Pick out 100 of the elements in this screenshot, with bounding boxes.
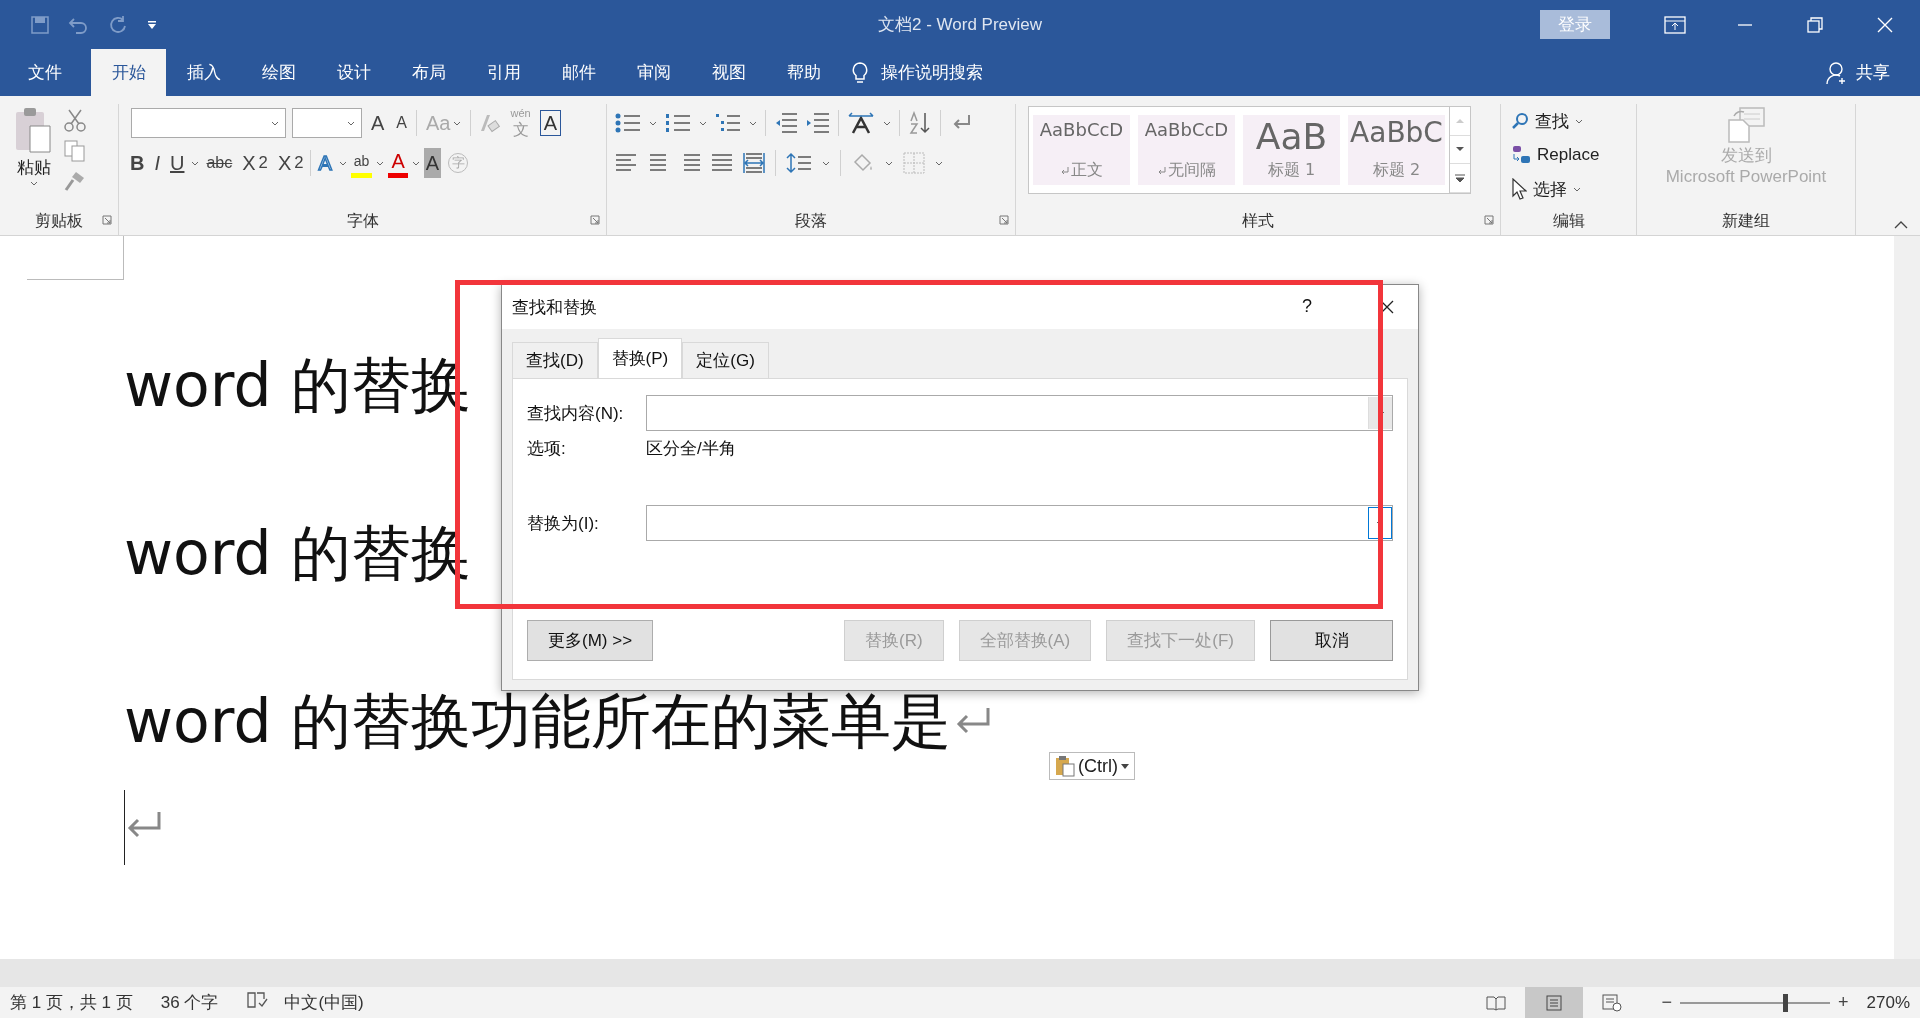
paragraph-mark-icon	[1060, 165, 1069, 176]
ribbon-tab[interactable]: 视图	[691, 49, 766, 96]
web-page-icon	[1602, 993, 1623, 1012]
style-item[interactable]: AaBbCcD 正文	[1033, 115, 1130, 185]
dialog-launcher-icon[interactable]	[102, 215, 112, 225]
dialog-tab[interactable]: 查找(D)	[512, 342, 598, 378]
ribbon-tab[interactable]: 布局	[391, 49, 466, 96]
caret-icon	[822, 160, 830, 166]
caret-icon	[191, 160, 200, 166]
view-button[interactable]	[1525, 987, 1584, 1018]
tell-me-search[interactable]: 操作说明搜索	[881, 61, 983, 84]
highlight-button[interactable]: ab	[350, 148, 373, 178]
proofing-icon[interactable]	[246, 991, 269, 1009]
dialog-launcher-icon[interactable]	[999, 215, 1009, 225]
character-shading-button[interactable]: A	[423, 148, 442, 178]
distributed-icon[interactable]	[743, 152, 765, 174]
font-color-button[interactable]: A	[388, 148, 408, 178]
dialog-launcher-icon[interactable]	[1484, 215, 1494, 225]
copy-icon[interactable]	[64, 140, 86, 162]
chinese-layout-icon[interactable]	[847, 112, 875, 134]
dialog-tab[interactable]: 替换(P)	[597, 338, 683, 378]
replace-icon	[1511, 145, 1531, 165]
replace-field[interactable]	[646, 505, 1393, 541]
help-button[interactable]: ?	[1296, 295, 1318, 318]
format-painter-icon[interactable]	[64, 170, 86, 192]
share-button[interactable]: 共享	[1856, 61, 1890, 84]
save-icon[interactable]	[30, 14, 50, 35]
paste-button[interactable]: 粘贴	[8, 104, 60, 188]
ribbon-tab[interactable]: 帮助	[766, 49, 841, 96]
format-button[interactable]: I	[151, 148, 163, 178]
redo-icon[interactable]	[108, 14, 128, 35]
decrease-indent-icon[interactable]	[774, 112, 798, 134]
style-item[interactable]: AaBbC 标题 2	[1348, 115, 1445, 185]
multilevel-list-icon[interactable]	[715, 112, 741, 134]
vertical-scrollbar[interactable]	[1894, 236, 1920, 959]
dialog-title: 查找和替换	[512, 296, 597, 319]
zoom-out-button[interactable]: −	[1661, 992, 1672, 1013]
grow-font-button[interactable]: A	[368, 108, 388, 138]
align-center-icon[interactable]	[647, 153, 669, 173]
dropdown-icon	[347, 120, 355, 126]
character-border-button[interactable]: A	[539, 110, 561, 136]
group-label: 字体	[346, 210, 379, 231]
restore-icon[interactable]	[1807, 16, 1823, 33]
zoom-in-button[interactable]: +	[1838, 992, 1849, 1013]
ribbon-display-icon[interactable]	[1664, 15, 1686, 34]
ribbon-tab[interactable]: 设计	[316, 49, 391, 96]
font-name-field[interactable]	[131, 108, 286, 138]
caret-icon	[30, 181, 38, 186]
customize-caret-icon[interactable]	[146, 19, 158, 30]
language-status[interactable]: 中文(中国)	[284, 991, 364, 1014]
dialog-launcher-icon[interactable]	[590, 215, 600, 225]
ribbon-tab[interactable]: 引用	[466, 49, 541, 96]
field-label: 查找内容(N):	[527, 402, 625, 425]
caret-icon	[699, 120, 707, 126]
shrink-font-button[interactable]: A	[393, 108, 410, 138]
editing-button[interactable]: 选择	[1507, 172, 1585, 206]
group-label: 剪贴板	[35, 210, 83, 231]
close-icon[interactable]	[1380, 300, 1394, 314]
caret-icon	[338, 160, 347, 166]
justify-icon[interactable]	[711, 153, 733, 173]
font-size-field[interactable]	[292, 108, 362, 138]
paste-options-button[interactable]: (Ctrl)	[1049, 752, 1135, 780]
format-button[interactable]: B	[127, 148, 148, 178]
paragraph-mark-icon	[954, 706, 991, 736]
numbering-icon[interactable]	[665, 112, 691, 134]
scissors-icon[interactable]	[64, 108, 86, 132]
increase-indent-icon[interactable]	[806, 112, 830, 134]
ribbon-tab[interactable]: 邮件	[541, 49, 616, 96]
style-item[interactable]: AaBbCcD 无间隔	[1138, 115, 1235, 185]
style-item[interactable]: AaB 标题 1	[1243, 115, 1340, 185]
sort-icon[interactable]	[908, 111, 932, 135]
ribbon-tab[interactable]: 审阅	[616, 49, 691, 96]
editing-button[interactable]: 查找	[1507, 104, 1587, 138]
window-title: 文档2 - Word Preview	[877, 15, 1043, 34]
ribbon-tab[interactable]: 开始	[91, 49, 166, 96]
dialog-button[interactable]: 取消	[1270, 620, 1393, 661]
caret-icon	[411, 160, 420, 166]
page-count: 第 1 页，共 1 页	[10, 992, 133, 1014]
caret-icon	[883, 120, 891, 126]
caret-icon	[1121, 763, 1129, 769]
format-button[interactable]: abc	[203, 148, 236, 178]
ribbon-tab[interactable]: 插入	[166, 49, 241, 96]
dialog-button[interactable]: 更多(M) >>	[527, 620, 653, 661]
caret-icon	[749, 120, 757, 126]
ribbon-tab[interactable]: 文件	[7, 49, 82, 96]
align-left-icon[interactable]	[615, 153, 637, 173]
person-add-icon[interactable]	[1826, 60, 1848, 85]
zoom-level[interactable]: 270%	[1866, 992, 1910, 1013]
editing-button[interactable]: Replace	[1507, 138, 1604, 172]
group-label: 编辑	[1552, 210, 1585, 231]
bullets-icon[interactable]	[615, 112, 641, 134]
lightbulb-icon[interactable]	[851, 60, 869, 85]
dialog-tab[interactable]: 定位(G)	[682, 342, 769, 378]
collapse-ribbon-icon[interactable]	[1894, 220, 1908, 229]
caret-icon	[376, 160, 385, 166]
format-button[interactable]: U	[167, 148, 188, 178]
ribbon-tab[interactable]: 绘图	[241, 49, 316, 96]
line-spacing-icon[interactable]	[786, 152, 812, 174]
paint-bucket-icon[interactable]	[851, 152, 875, 174]
find-field[interactable]	[646, 395, 1393, 431]
